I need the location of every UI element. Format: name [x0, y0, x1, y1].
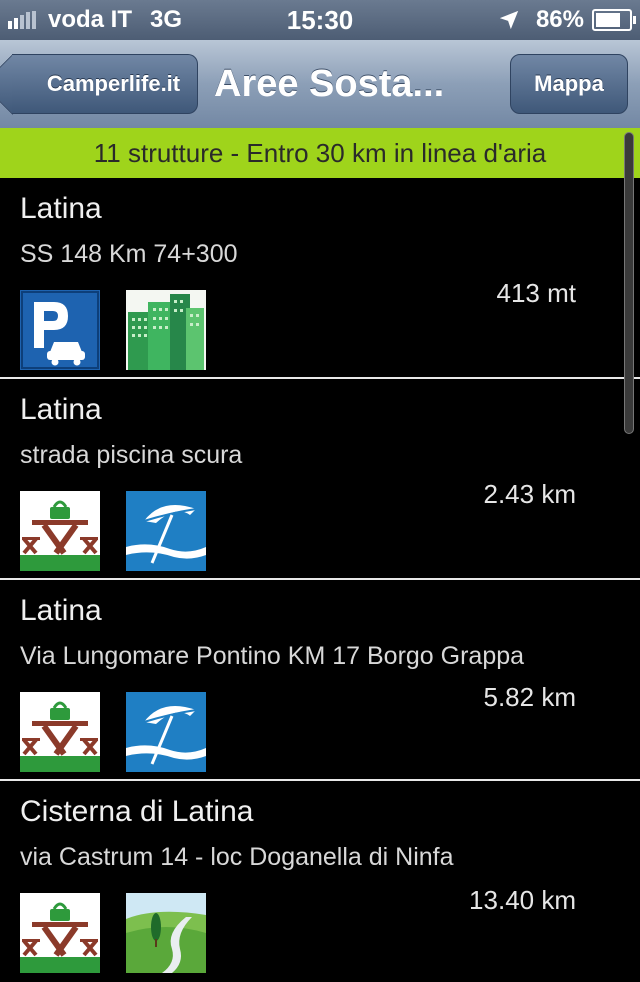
place-distance: 13.40 km	[469, 885, 576, 915]
back-button[interactable]: Camperlife.it	[12, 54, 198, 114]
status-bar: voda IT 3G 15:30 86%	[0, 0, 640, 40]
place-city: Latina	[20, 192, 102, 225]
battery-icon	[592, 9, 636, 31]
place-distance: 2.43 km	[483, 479, 577, 509]
list-item[interactable]: Latina SS 148 Km 74+300 413 mt	[0, 178, 640, 379]
place-address: Via Lungomare Pontino KM 17 Borgo Grappa	[20, 642, 525, 670]
list-item[interactable]: Latina strada piscina scura 2.43 km	[0, 379, 640, 580]
map-button[interactable]: Mappa	[510, 54, 628, 114]
battery-fill	[596, 13, 621, 27]
location-arrow-icon	[499, 10, 519, 30]
countryside-icon	[126, 893, 206, 973]
place-distance: 413 mt	[496, 278, 577, 308]
beach-umbrella-icon	[126, 491, 206, 571]
status-right: 86%	[498, 0, 636, 40]
scrollbar[interactable]	[624, 132, 634, 434]
battery-percent: 86%	[535, 6, 584, 33]
page-title: Aree Sosta...	[214, 63, 445, 105]
place-address: strada piscina scura	[20, 441, 243, 469]
navigation-bar: Camperlife.it Aree Sosta... Mappa	[0, 40, 640, 129]
list-item[interactable]: Latina Via Lungomare Pontino KM 17 Borgo…	[0, 580, 640, 781]
list-item[interactable]: Cisterna di Latina via Castrum 14 - loc …	[0, 781, 640, 982]
place-address: via Castrum 14 - loc Doganella di Ninfa	[20, 843, 454, 871]
place-city: Latina	[20, 393, 102, 426]
picnic-table-icon	[20, 491, 100, 571]
beach-umbrella-icon	[126, 692, 206, 772]
place-distance: 5.82 km	[483, 682, 577, 712]
place-address: SS 148 Km 74+300	[20, 240, 238, 268]
place-city: Latina	[20, 594, 102, 627]
picnic-table-icon	[20, 692, 100, 772]
place-city: Cisterna di Latina	[20, 795, 254, 828]
places-list[interactable]: Latina SS 148 Km 74+300 413 mt Latina st…	[0, 178, 640, 982]
results-summary: 11 strutture - Entro 30 km in linea d'ar…	[0, 128, 640, 178]
picnic-table-icon	[20, 893, 100, 973]
parking-icon	[20, 290, 100, 370]
city-buildings-icon	[126, 290, 206, 370]
